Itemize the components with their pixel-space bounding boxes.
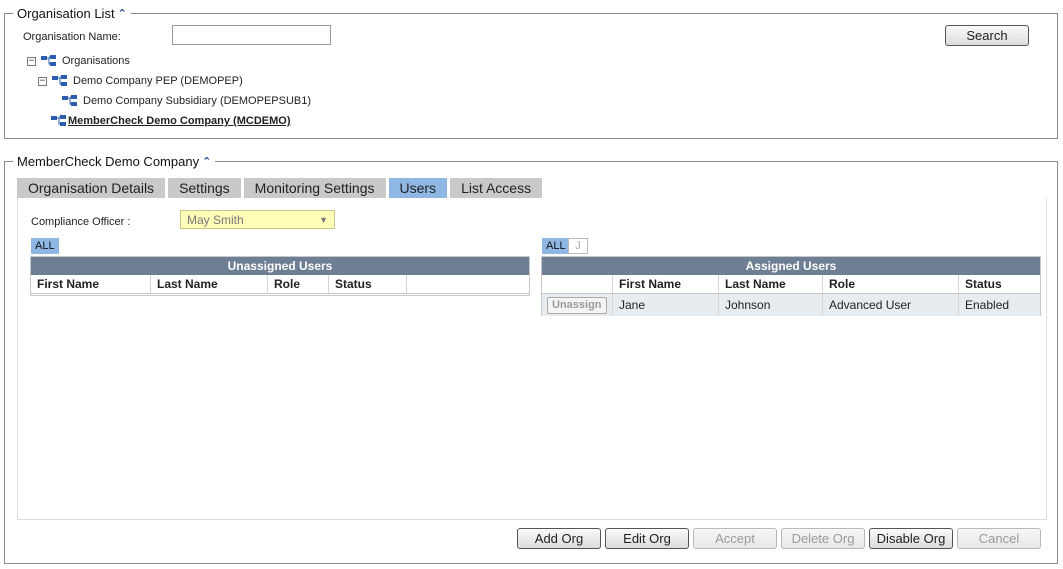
- column-status[interactable]: Status: [329, 275, 407, 293]
- compliance-officer-select[interactable]: May Smith ▼: [180, 210, 335, 229]
- assigned-filter-all[interactable]: ALL: [542, 238, 570, 254]
- tree-label[interactable]: MemberCheck Demo Company (MCDEMO): [68, 115, 290, 127]
- unassigned-users-grid: Unassigned Users First Name Last Name Ro…: [30, 256, 530, 296]
- unassigned-users-title: Unassigned Users: [31, 257, 529, 275]
- search-button[interactable]: Search: [945, 25, 1029, 46]
- assigned-header-row: First Name Last Name Role Status: [542, 275, 1040, 294]
- tree-label: Demo Company Subsidiary (DEMOPEPSUB1): [83, 95, 312, 107]
- compliance-officer-label: Compliance Officer :: [31, 216, 131, 228]
- tab-organisation-details[interactable]: Organisation Details: [17, 178, 166, 198]
- chevron-double-up-icon[interactable]: ⌃: [202, 156, 211, 167]
- column-last-name[interactable]: Last Name: [151, 275, 268, 293]
- last-name-cell: Johnson: [719, 294, 823, 316]
- organisation-name-label: Organisation Name:: [23, 31, 121, 43]
- organisation-name-input[interactable]: [172, 25, 331, 45]
- company-title: MemberCheck Demo Company: [17, 154, 200, 169]
- org-hierarchy-icon: [51, 115, 67, 127]
- action-cell: Unassign: [542, 294, 613, 316]
- organisation-list-legend: Organisation List ⌃: [13, 6, 131, 21]
- compliance-officer-value: May Smith: [187, 212, 244, 227]
- column-filler: [407, 275, 529, 293]
- column-first-name[interactable]: First Name: [613, 275, 719, 293]
- tree-node-demopepsub1[interactable]: Demo Company Subsidiary (DEMOPEPSUB1): [62, 94, 311, 108]
- company-panel: MemberCheck Demo Company ⌃ Organisation …: [4, 154, 1058, 564]
- add-org-button[interactable]: Add Org: [517, 528, 601, 549]
- tab-bar: Organisation Details Settings Monitoring…: [17, 178, 543, 198]
- column-role[interactable]: Role: [268, 275, 329, 293]
- edit-org-button[interactable]: Edit Org: [605, 528, 689, 549]
- delete-org-button[interactable]: Delete Org: [781, 528, 865, 549]
- org-hierarchy-icon: [52, 75, 68, 87]
- unassigned-filter-all[interactable]: ALL: [31, 238, 59, 254]
- org-hierarchy-icon: [62, 95, 78, 107]
- tree-node-organisations[interactable]: − Organisations: [27, 54, 130, 68]
- role-cell: Advanced User: [823, 294, 959, 316]
- status-cell: Enabled: [965, 298, 1010, 312]
- tab-users[interactable]: Users: [388, 178, 448, 198]
- tab-monitoring-settings[interactable]: Monitoring Settings: [243, 178, 386, 198]
- column-last-name[interactable]: Last Name: [719, 275, 823, 293]
- column-status[interactable]: Status: [959, 275, 1040, 293]
- chevron-double-up-icon[interactable]: ⌃: [118, 8, 127, 19]
- first-name-cell: Jane: [613, 294, 719, 316]
- assigned-users-grid: Assigned Users First Name Last Name Role…: [541, 256, 1041, 316]
- tree-label: Organisations: [62, 55, 130, 67]
- collapse-node-icon[interactable]: −: [38, 76, 47, 86]
- tab-settings[interactable]: Settings: [168, 178, 241, 198]
- unassign-button[interactable]: Unassign: [547, 296, 607, 314]
- unassigned-header-row: First Name Last Name Role Status: [31, 275, 529, 294]
- tab-list-access[interactable]: List Access: [450, 178, 543, 198]
- company-legend: MemberCheck Demo Company ⌃: [13, 154, 216, 169]
- organisation-list-title: Organisation List: [17, 6, 115, 21]
- cancel-button[interactable]: Cancel: [957, 528, 1041, 549]
- users-tab-content: Compliance Officer : May Smith ▼ ALL Una…: [17, 198, 1047, 520]
- collapse-node-icon[interactable]: −: [27, 56, 36, 66]
- accept-button[interactable]: Accept: [693, 528, 777, 549]
- table-row: Unassign Jane Johnson Advanced User Enab…: [542, 294, 1040, 316]
- chevron-down-icon: ▼: [319, 214, 328, 225]
- tree-label: Demo Company PEP (DEMOPEP): [73, 75, 243, 87]
- organisation-list-panel: Organisation List ⌃ Organisation Name: S…: [4, 6, 1058, 139]
- assigned-users-title: Assigned Users: [542, 257, 1040, 275]
- column-first-name[interactable]: First Name: [31, 275, 151, 293]
- column-role[interactable]: Role: [823, 275, 959, 293]
- assigned-filter-j[interactable]: J: [568, 238, 588, 254]
- org-hierarchy-icon: [41, 55, 57, 67]
- tree-node-demopep[interactable]: − Demo Company PEP (DEMOPEP): [38, 74, 243, 88]
- disable-org-button[interactable]: Disable Org: [869, 528, 953, 549]
- tree-node-mcdemo[interactable]: MemberCheck Demo Company (MCDEMO): [51, 114, 290, 128]
- column-action: [542, 275, 613, 293]
